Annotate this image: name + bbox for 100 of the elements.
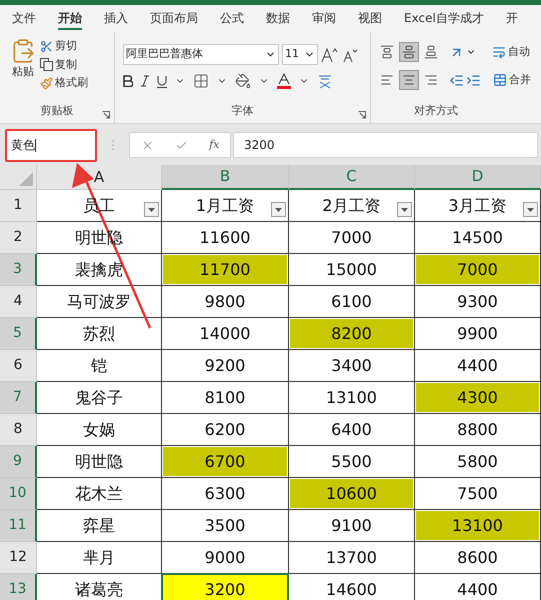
decrease-indent-icon[interactable] (449, 72, 464, 88)
name-box[interactable]: 黄色 (5, 128, 97, 162)
dialog-launcher-icon[interactable] (358, 111, 366, 119)
font-name: 阿里巴巴普惠体 (126, 46, 203, 62)
highlighted-cell: 13100 (416, 511, 539, 540)
filter-dropdown-icon[interactable] (397, 202, 412, 217)
table-cell-text: 芈月 (82, 546, 116, 568)
column-header[interactable]: B (162, 165, 289, 190)
group-label: 剪贴板 (40, 102, 74, 118)
ribbon-tab[interactable]: 文件 (12, 8, 36, 30)
table-cell-text: 7000 (330, 226, 373, 248)
table-cell-text: 鬼谷子 (74, 386, 124, 408)
highlighted-cell: 11700 (163, 255, 287, 284)
table-cell-text: 6400 (330, 418, 373, 440)
font-color-icon[interactable] (277, 73, 291, 89)
wrap-text-button[interactable]: 自动 (492, 44, 530, 60)
column-header[interactable]: A (37, 165, 162, 190)
table-cell-text: 9300 (456, 290, 499, 312)
font-name-dropdown[interactable]: 阿里巴巴普惠体 (123, 44, 279, 65)
table-cell-text: 5500 (330, 450, 373, 472)
dialog-launcher-icon[interactable] (102, 111, 110, 119)
table-cell-text: 花木兰 (74, 482, 124, 504)
table-cell-text: 5800 (456, 450, 499, 472)
row-header[interactable]: 8 (0, 414, 37, 446)
grow-font-icon[interactable] (321, 46, 339, 62)
increase-indent-icon[interactable] (466, 72, 481, 88)
borders-icon[interactable] (193, 73, 209, 89)
row-header[interactable]: 6 (0, 350, 37, 382)
row-header[interactable]: 4 (0, 286, 37, 318)
table-cell-text: 9000 (204, 546, 246, 568)
table-cell-text: 14500 (451, 226, 504, 248)
row-header[interactable]: 3 (0, 254, 37, 286)
table-cell-text: 3400 (330, 354, 373, 376)
table-cell-text: 2月工资 (321, 194, 382, 216)
merge-button[interactable]: 合并 (493, 72, 531, 88)
merge-cells-icon (493, 73, 507, 87)
filter-dropdown-icon[interactable] (271, 202, 286, 217)
fill-color-icon[interactable] (235, 73, 251, 89)
column-header[interactable]: D (415, 165, 541, 190)
formula-input[interactable]: 3200 (233, 132, 538, 158)
row-header[interactable]: 12 (0, 542, 37, 574)
table-cell-text: 诸葛亮 (74, 578, 124, 600)
ribbon-tab[interactable]: 开始 (58, 8, 82, 30)
ribbon-tab[interactable]: 开 (506, 8, 518, 30)
phonetic-icon[interactable] (317, 73, 333, 89)
filter-dropdown-icon[interactable] (144, 202, 159, 217)
ribbon-tab[interactable]: 数据 (266, 8, 290, 30)
table-cell-text: 女娲 (82, 418, 116, 440)
align-middle-button[interactable] (399, 42, 419, 62)
filter-dropdown-icon[interactable] (523, 202, 538, 217)
ribbon-tab[interactable]: 插入 (104, 8, 128, 30)
font-size: 11 (285, 46, 299, 62)
wrap-text-icon (492, 45, 506, 59)
row-header[interactable]: 5 (0, 318, 37, 350)
row-header[interactable]: 1 (0, 190, 37, 222)
highlighted-cell: 3200 (163, 575, 287, 600)
ribbon-tab[interactable]: 视图 (358, 8, 382, 30)
table-cell-text: 13100 (325, 386, 378, 408)
row-header[interactable]: 11 (0, 510, 37, 542)
underline-icon[interactable] (157, 74, 167, 88)
table-cell-text: 苏烈 (82, 322, 116, 344)
table-cell-text: 13700 (325, 546, 378, 568)
table-cell-text: 6200 (204, 418, 246, 440)
align-left-icon (380, 73, 394, 87)
format-painter-button[interactable]: 格式刷 (40, 75, 88, 92)
paintbrush-icon (40, 76, 53, 90)
table-cell-text: 15000 (325, 258, 378, 280)
copy-button[interactable]: 复制 (40, 56, 88, 73)
align-right-icon (424, 73, 438, 87)
table-cell-text: 4400 (456, 354, 499, 376)
table-cell-text: 4400 (456, 578, 499, 600)
copy-icon (40, 58, 53, 72)
align-center-button[interactable] (399, 70, 419, 90)
shrink-font-icon[interactable] (342, 46, 358, 62)
row-header[interactable]: 10 (0, 478, 37, 510)
row-header[interactable]: 9 (0, 446, 37, 478)
table-cell-text: 9900 (456, 322, 499, 344)
align-bottom-icon (424, 45, 438, 59)
row-header[interactable]: 7 (0, 382, 37, 414)
table-cell-text: 6100 (330, 290, 373, 312)
italic-icon[interactable] (141, 75, 149, 87)
column-header[interactable]: C (289, 165, 415, 190)
ribbon-tab[interactable]: 审阅 (312, 8, 336, 30)
insert-function-button[interactable]: fx (209, 136, 220, 154)
font-size-dropdown[interactable]: 11 (282, 44, 318, 65)
ribbon-tab[interactable]: 公式 (220, 8, 244, 30)
paste-button[interactable]: 粘贴 (10, 38, 36, 102)
row-header[interactable]: 2 (0, 222, 37, 254)
row-header[interactable]: 13 (0, 574, 37, 600)
group-label: 字体 (232, 102, 254, 118)
table-cell-text: 9100 (330, 514, 373, 536)
cut-button[interactable]: 剪切 (40, 38, 88, 54)
ribbon-tab[interactable]: 页面布局 (150, 8, 198, 30)
group-label: 对齐方式 (414, 102, 458, 118)
ribbon-tab[interactable]: Excel自学成才 (404, 8, 484, 30)
table-cell-text: 14000 (198, 322, 252, 344)
highlighted-cell: 6700 (163, 447, 287, 476)
bold-icon[interactable] (123, 75, 133, 87)
table-cell-text: 8100 (204, 386, 246, 408)
highlighted-cell: 7000 (416, 255, 539, 284)
